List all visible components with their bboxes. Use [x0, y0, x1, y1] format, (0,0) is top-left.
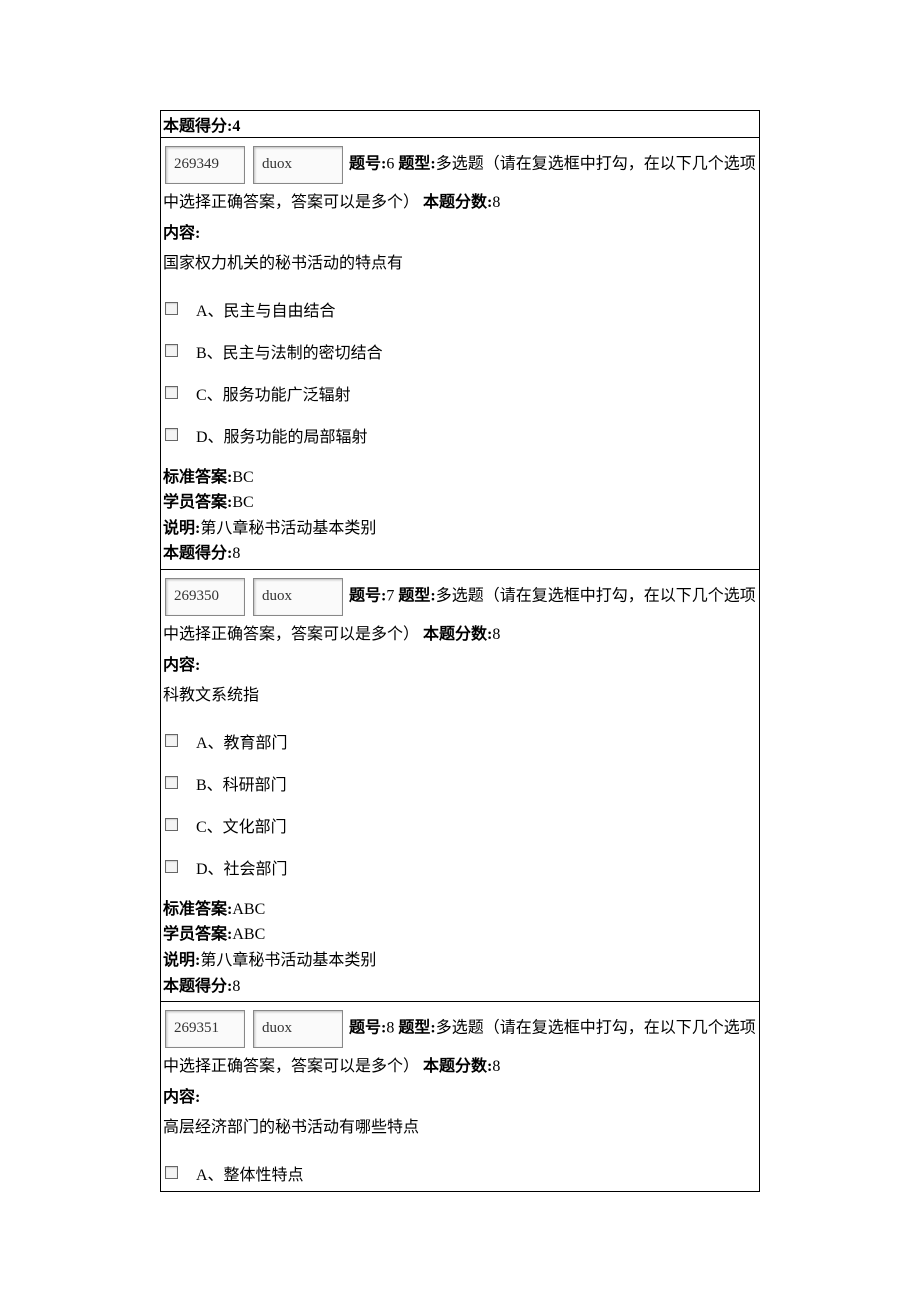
- choice-row-a: A、教育部门: [163, 729, 757, 753]
- question-type-label: 题型:: [398, 155, 435, 172]
- full-score-label: 本题分数:: [423, 194, 492, 211]
- choice-row-b: B、科研部门: [163, 771, 757, 795]
- choice-row-d: D、服务功能的局部辐射: [163, 423, 757, 447]
- desc-value: 第八章秘书活动基本类别: [200, 952, 376, 969]
- score-obtained-value: 8: [232, 978, 240, 995]
- checkbox-a[interactable]: [165, 734, 178, 747]
- choice-c-text: C、服务功能广泛辐射: [196, 381, 351, 405]
- student-answer-value: ABC: [232, 926, 265, 943]
- choice-row-a: A、民主与自由结合: [163, 297, 757, 321]
- standard-answer-value: BC: [232, 469, 253, 486]
- desc-label: 说明:: [163, 520, 200, 537]
- choice-a-text: A、整体性特点: [196, 1161, 304, 1185]
- question-code-input[interactable]: duox: [253, 146, 343, 184]
- full-score-label: 本题分数:: [423, 626, 492, 643]
- checkbox-d[interactable]: [165, 428, 178, 441]
- student-answer-row: 学员答案:ABC: [163, 922, 757, 948]
- question-number-value: 6: [386, 155, 394, 172]
- question-code-input[interactable]: duox: [253, 1010, 343, 1048]
- question-number-label: 题号:: [349, 155, 386, 172]
- desc-row: 说明:第八章秘书活动基本类别: [163, 516, 757, 542]
- standard-answer-row: 标准答案:ABC: [163, 897, 757, 923]
- question-type-label: 题型:: [398, 587, 435, 604]
- question-id-input[interactable]: 269349: [165, 146, 245, 184]
- desc-value: 第八章秘书活动基本类别: [200, 520, 376, 537]
- student-answer-label: 学员答案:: [163, 494, 232, 511]
- student-answer-row: 学员答案:BC: [163, 490, 757, 516]
- full-score-value: 8: [492, 1058, 500, 1075]
- choice-d-text: D、服务功能的局部辐射: [196, 423, 368, 447]
- choice-d-text: D、社会部门: [196, 855, 288, 879]
- question-header: 269349 duox 题号:6 题型:多选题（请在复选框中打勾，在以下几个选项…: [163, 144, 757, 219]
- checkbox-a[interactable]: [165, 1166, 178, 1179]
- full-score-value: 8: [492, 626, 500, 643]
- question-prompt: 科教文系统指: [163, 682, 757, 711]
- choice-row-a: A、整体性特点: [163, 1161, 757, 1185]
- standard-answer-label: 标准答案:: [163, 901, 232, 918]
- question-type-label: 题型:: [398, 1020, 435, 1037]
- question-id-input[interactable]: 269350: [165, 578, 245, 616]
- question-header: 269351 duox 题号:8 题型:多选题（请在复选框中打勾，在以下几个选项…: [163, 1008, 757, 1083]
- full-score-value: 8: [492, 194, 500, 211]
- choice-a-text: A、教育部门: [196, 729, 288, 753]
- score-obtained-row: 本题得分:8: [163, 974, 757, 1000]
- standard-answer-value: ABC: [232, 901, 265, 918]
- content-label: 内容:: [163, 220, 757, 249]
- choice-row-b: B、民主与法制的密切结合: [163, 339, 757, 363]
- choice-b-text: B、民主与法制的密切结合: [196, 339, 383, 363]
- checkbox-c[interactable]: [165, 386, 178, 399]
- page-container: 本题得分:4 269349 duox 题号:6 题型:多选题（请在复选框中打勾，…: [0, 0, 920, 1252]
- question-number-value: 8: [386, 1020, 394, 1037]
- checkbox-a[interactable]: [165, 302, 178, 315]
- question-number-value: 7: [386, 587, 394, 604]
- checkbox-b[interactable]: [165, 344, 178, 357]
- question-block-8: 269351 duox 题号:8 题型:多选题（请在复选框中打勾，在以下几个选项…: [160, 1002, 760, 1192]
- question-number-label: 题号:: [349, 587, 386, 604]
- question-header: 269350 duox 题号:7 题型:多选题（请在复选框中打勾，在以下几个选项…: [163, 576, 757, 651]
- question-code-input[interactable]: duox: [253, 578, 343, 616]
- question-prompt: 高层经济部门的秘书活动有哪些特点: [163, 1114, 757, 1143]
- choice-row-c: C、服务功能广泛辐射: [163, 381, 757, 405]
- standard-answer-label: 标准答案:: [163, 469, 232, 486]
- desc-row: 说明:第八章秘书活动基本类别: [163, 948, 757, 974]
- checkbox-c[interactable]: [165, 818, 178, 831]
- content-label: 内容:: [163, 1084, 757, 1113]
- question-block-7: 269350 duox 题号:7 题型:多选题（请在复选框中打勾，在以下几个选项…: [160, 570, 760, 1002]
- score-obtained-row: 本题得分:8: [163, 541, 757, 567]
- content-label: 内容:: [163, 652, 757, 681]
- choice-c-text: C、文化部门: [196, 813, 287, 837]
- score-obtained-label: 本题得分:: [163, 118, 232, 135]
- question-number-label: 题号:: [349, 1020, 386, 1037]
- full-score-label: 本题分数:: [423, 1058, 492, 1075]
- prev-score-row: 本题得分:4: [160, 110, 760, 138]
- desc-label: 说明:: [163, 952, 200, 969]
- choice-b-text: B、科研部门: [196, 771, 287, 795]
- score-obtained-label: 本题得分:: [163, 978, 232, 995]
- prev-score-value: 4: [232, 118, 240, 135]
- student-answer-value: BC: [232, 494, 253, 511]
- score-obtained-label: 本题得分:: [163, 545, 232, 562]
- choice-row-c: C、文化部门: [163, 813, 757, 837]
- choice-row-d: D、社会部门: [163, 855, 757, 879]
- score-obtained-value: 8: [232, 545, 240, 562]
- question-block-6: 269349 duox 题号:6 题型:多选题（请在复选框中打勾，在以下几个选项…: [160, 138, 760, 570]
- checkbox-d[interactable]: [165, 860, 178, 873]
- choice-a-text: A、民主与自由结合: [196, 297, 336, 321]
- student-answer-label: 学员答案:: [163, 926, 232, 943]
- checkbox-b[interactable]: [165, 776, 178, 789]
- standard-answer-row: 标准答案:BC: [163, 465, 757, 491]
- question-id-input[interactable]: 269351: [165, 1010, 245, 1048]
- question-prompt: 国家权力机关的秘书活动的特点有: [163, 250, 757, 279]
